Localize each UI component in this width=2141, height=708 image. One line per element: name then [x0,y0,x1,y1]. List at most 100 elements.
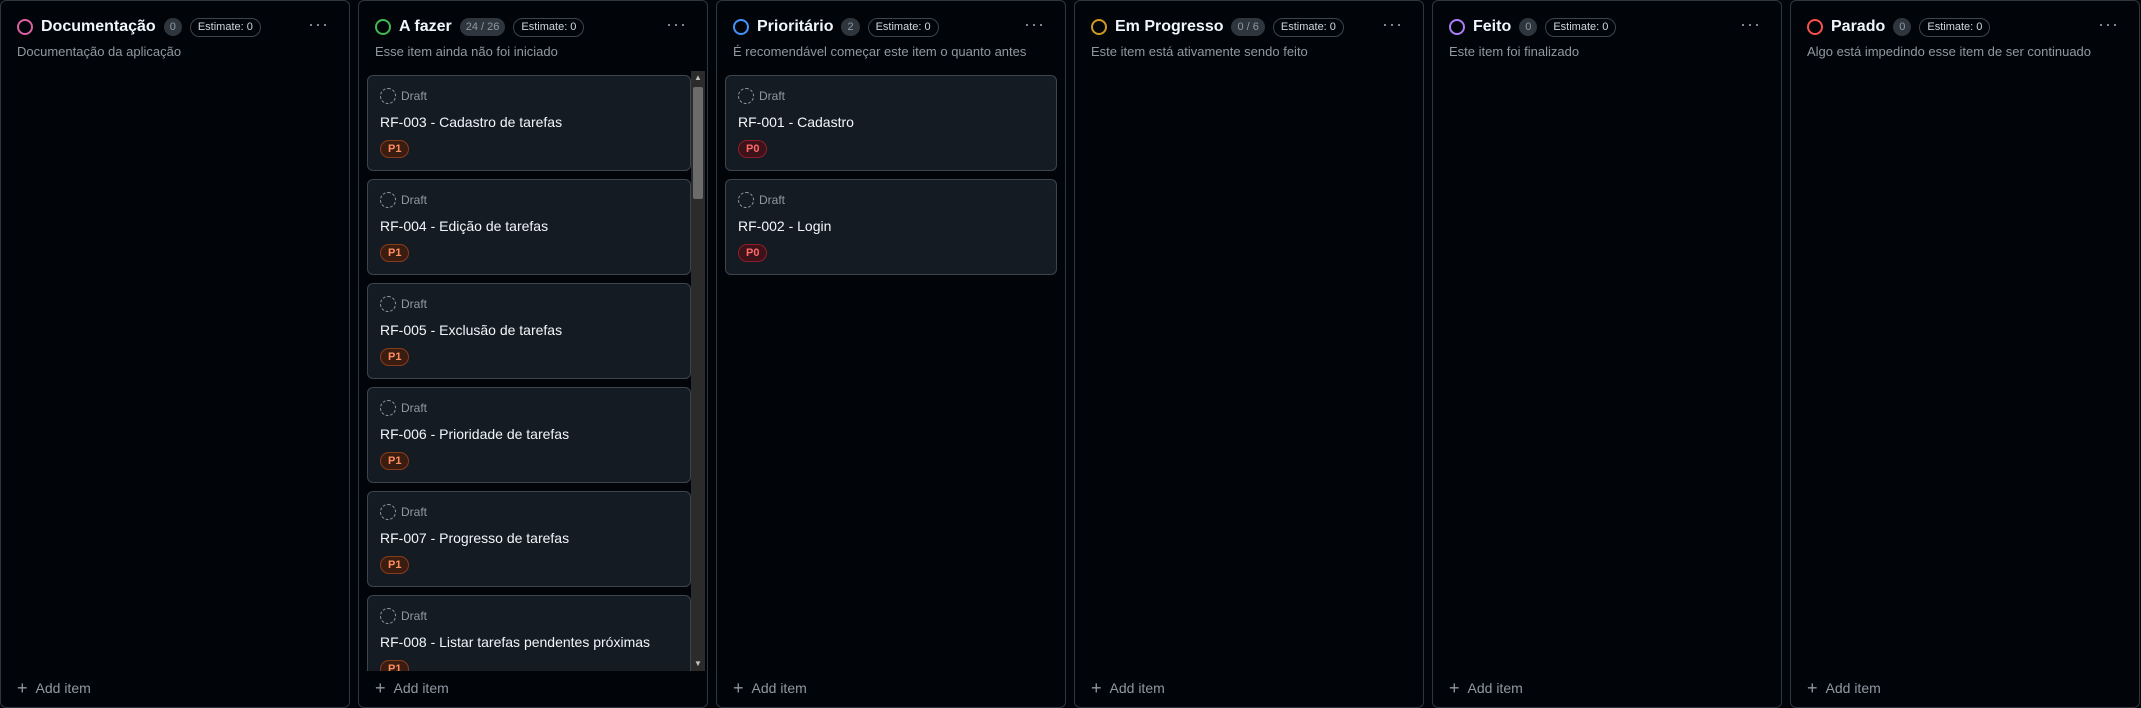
issue-card[interactable]: Draft RF-003 - Cadastro de tarefas P1 [367,75,691,171]
add-item-button[interactable]: + Add item [1091,679,1165,697]
column-title: Em Progresso [1115,18,1224,35]
card-list: Draft RF-001 - Cadastro P0 Draft RF-002 - Lo… [725,75,1057,671]
issue-card[interactable]: Draft RF-005 - Exclusão de tarefas P1 [367,283,691,379]
column-em-progresso: Em Progresso 0 / 6 Estimate: 0 ··· Este … [1074,0,1424,708]
status-circle-icon [1449,19,1465,35]
vertical-scrollbar[interactable]: ▲ ▼ [691,71,705,671]
item-count-badge: 0 [1893,18,1912,36]
plus-icon: + [1091,678,1102,698]
card-title[interactable]: RF-003 - Cadastro de tarefas [380,114,678,130]
draft-status: Draft [738,192,1044,208]
draft-dashed-circle-icon [380,608,396,624]
card-title[interactable]: RF-007 - Progresso de tarefas [380,530,678,546]
priority-badge: P1 [380,660,410,671]
priority-badge: P1 [380,244,410,262]
add-item-button[interactable]: + Add item [1449,679,1523,697]
item-count-badge: 0 [163,18,182,36]
status-circle-icon [733,19,749,35]
add-item-button[interactable]: + Add item [375,679,449,697]
draft-status: Draft [380,296,678,312]
column-title: Documentação [41,18,156,35]
card-title[interactable]: RF-006 - Prioridade de tarefas [380,426,678,442]
column-header: Documentação 0 Estimate: 0 ··· [17,15,333,39]
card-list: Draft RF-003 - Cadastro de tarefas P1 Draft… [367,75,691,671]
estimate-badge: Estimate: 0 [1919,17,1991,37]
status-circle-icon [1807,19,1823,35]
column-a-fazer: A fazer 24 / 26 Estimate: 0 ··· Esse ite… [358,0,708,708]
card-title[interactable]: RF-002 - Login [738,218,1044,234]
plus-icon: + [1449,678,1460,698]
column-header: Parado 0 Estimate: 0 ··· [1807,15,2123,39]
estimate-badge: Estimate: 0 [189,17,261,37]
issue-card[interactable]: Draft RF-001 - Cadastro P0 [725,75,1057,171]
draft-status: Draft [738,88,1044,104]
more-options-icon[interactable]: ··· [1020,15,1049,35]
issue-card[interactable]: Draft RF-002 - Login P0 [725,179,1057,275]
draft-label: Draft [401,193,428,207]
column-description: Este item foi finalizado [1449,44,1580,59]
card-title[interactable]: RF-005 - Exclusão de tarefas [380,322,678,338]
plus-icon: + [733,678,744,698]
priority-badge: P1 [380,140,410,158]
scrollbar-thumb[interactable] [693,87,703,199]
more-options-icon[interactable]: ··· [1736,15,1765,35]
status-circle-icon [375,19,391,35]
add-item-label: Add item [1109,680,1165,696]
column-parado: Parado 0 Estimate: 0 ··· Algo está imped… [1790,0,2140,708]
column-title: A fazer [399,18,452,35]
plus-icon: + [375,678,386,698]
add-item-label: Add item [35,680,91,696]
draft-dashed-circle-icon [380,504,396,520]
more-options-icon[interactable]: ··· [662,15,691,35]
issue-card[interactable]: Draft RF-008 - Listar tarefas pendentes p… [367,595,691,671]
card-title[interactable]: RF-004 - Edição de tarefas [380,218,678,234]
column-title: Feito [1473,18,1512,35]
draft-dashed-circle-icon [380,192,396,208]
column-header: Feito 0 Estimate: 0 ··· [1449,15,1765,39]
priority-badge: P1 [380,348,410,366]
card-list [1441,75,1773,671]
add-item-label: Add item [1467,680,1523,696]
priority-badge: P0 [738,244,768,262]
priority-badge: P1 [380,452,410,470]
add-item-button[interactable]: + Add item [733,679,807,697]
more-options-icon[interactable]: ··· [304,15,333,35]
card-list [1799,75,2131,671]
column-description: É recomendável começar este item o quant… [733,44,1027,59]
card-title[interactable]: RF-008 - Listar tarefas pendentes próxim… [380,634,678,650]
draft-label: Draft [401,89,428,103]
draft-label: Draft [401,505,428,519]
card-list [9,75,341,671]
priority-badge: P0 [738,140,768,158]
status-circle-icon [1091,19,1107,35]
add-item-label: Add item [1825,680,1881,696]
add-item-button[interactable]: + Add item [1807,679,1881,697]
column-description: Esse item ainda não foi iniciado [375,44,558,59]
column-description: Documentação da aplicação [17,44,182,59]
item-count-badge: 24 / 26 [459,18,506,36]
column-title: Parado [1831,18,1886,35]
scroll-down-icon[interactable]: ▼ [691,657,705,671]
issue-card[interactable]: Draft RF-007 - Progresso de tarefas P1 [367,491,691,587]
draft-status: Draft [380,504,678,520]
add-item-label: Add item [751,680,807,696]
item-count-badge: 0 [1519,18,1538,36]
column-documentacao: Documentação 0 Estimate: 0 ··· Documenta… [0,0,350,708]
add-item-label: Add item [393,680,449,696]
more-options-icon[interactable]: ··· [1378,15,1407,35]
draft-status: Draft [380,400,678,416]
issue-card[interactable]: Draft RF-004 - Edição de tarefas P1 [367,179,691,275]
more-options-icon[interactable]: ··· [2094,15,2123,35]
draft-dashed-circle-icon [380,296,396,312]
draft-label: Draft [401,609,428,623]
priority-badge: P1 [380,556,410,574]
scroll-up-icon[interactable]: ▲ [691,71,705,85]
issue-card[interactable]: Draft RF-006 - Prioridade de tarefas P1 [367,387,691,483]
draft-label: Draft [401,297,428,311]
estimate-badge: Estimate: 0 [1545,17,1617,37]
draft-status: Draft [380,192,678,208]
estimate-badge: Estimate: 0 [513,17,585,37]
column-feito: Feito 0 Estimate: 0 ··· Este item foi fi… [1432,0,1782,708]
add-item-button[interactable]: + Add item [17,679,91,697]
card-title[interactable]: RF-001 - Cadastro [738,114,1044,130]
